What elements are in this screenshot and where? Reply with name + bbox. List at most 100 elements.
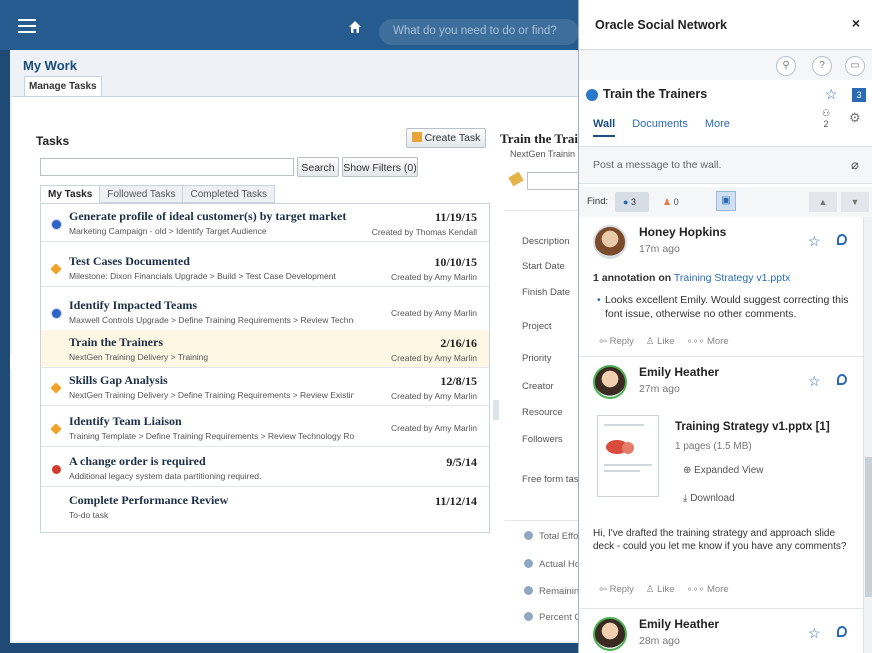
feed-item: Emily Heather 27m ago ☆ Training Strateg… <box>579 357 863 609</box>
splitter-handle[interactable] <box>493 400 499 420</box>
tab-completed-tasks[interactable]: Completed Tasks <box>182 185 276 203</box>
document-link[interactable]: Training Strategy v1.pptx <box>674 272 790 284</box>
document-filter-icon[interactable]: ▣ <box>716 191 736 211</box>
document-title[interactable]: Training Strategy v1.pptx [1] <box>675 421 830 433</box>
like-button[interactable]: ♙ Like <box>646 336 675 347</box>
members-icon[interactable]: ⚇ 2 <box>820 108 832 129</box>
author-name[interactable]: Honey Hopkins <box>639 225 726 239</box>
summary-actual-hours: Actual Ho <box>524 559 580 570</box>
task-row[interactable]: Complete Performance Review To-do task 1… <box>41 488 489 526</box>
star-icon[interactable]: ☆ <box>825 86 838 103</box>
reply-button[interactable]: ⇦ Reply <box>599 584 634 595</box>
help-icon[interactable] <box>524 612 533 621</box>
task-title[interactable]: Complete Performance Review <box>69 493 228 508</box>
like-label: Like <box>657 336 675 347</box>
scroll-up-button[interactable]: ▲ <box>809 192 837 212</box>
label-description: Description <box>522 236 570 247</box>
download-link[interactable]: ⤓ Download <box>683 493 735 504</box>
label-resource: Resource <box>522 407 563 418</box>
task-subtabs: My Tasks Followed Tasks Completed Tasks <box>40 185 276 203</box>
task-row[interactable]: Skills Gap Analysis NextGen Training Del… <box>41 368 489 406</box>
task-row[interactable]: A change order is required Additional le… <box>41 449 489 487</box>
task-title[interactable]: Generate profile of ideal customer(s) by… <box>69 209 346 224</box>
search-input[interactable]: What do you need to do or find? <box>379 19 579 45</box>
task-date: 11/19/15 <box>434 210 477 224</box>
reply-button[interactable]: ⇦ Reply <box>599 336 634 347</box>
menu-icon[interactable] <box>18 19 36 33</box>
more-button[interactable]: ∘∘∘ More <box>687 336 729 347</box>
more-label: More <box>706 584 729 595</box>
avatar[interactable] <box>593 225 627 259</box>
task-title[interactable]: Test Cases Documented <box>69 254 190 269</box>
pin-icon[interactable] <box>837 234 847 245</box>
message-text: Hi, I've drafted the training strategy a… <box>593 528 847 552</box>
avatar[interactable] <box>593 365 627 399</box>
task-row[interactable]: Identify Team Liaison Training Template … <box>41 409 489 447</box>
reply-label: Reply <box>609 336 634 347</box>
collapse-left-handle[interactable] <box>10 355 18 369</box>
status-icon <box>52 220 61 229</box>
task-title[interactable]: Skills Gap Analysis <box>69 373 168 388</box>
help-icon[interactable] <box>524 531 533 540</box>
avatar[interactable] <box>593 617 627 651</box>
scroll-down-button[interactable]: ▼ <box>841 192 869 212</box>
search-icon[interactable]: ⚲ <box>776 56 796 76</box>
star-icon[interactable]: ☆ <box>808 625 821 642</box>
annotation-count: 1 annotation on <box>593 272 672 284</box>
task-title[interactable]: A change order is required <box>69 454 206 469</box>
close-button[interactable]: × <box>852 15 860 31</box>
tab-more[interactable]: More <box>705 118 730 137</box>
filter-messages-button[interactable]: ● 3 <box>615 192 649 212</box>
more-label: More <box>706 336 729 347</box>
task-creator: Created by Amy Marlin <box>391 308 477 318</box>
create-task-button[interactable]: Create Task <box>406 128 486 148</box>
divider <box>505 210 578 211</box>
tab-followed-tasks[interactable]: Followed Tasks <box>99 185 184 203</box>
tab-wall[interactable]: Wall <box>593 118 616 137</box>
help-icon[interactable] <box>524 586 533 595</box>
conversation-title: Train the Trainers <box>603 87 708 101</box>
task-path: To-do task <box>69 510 109 520</box>
task-row-selected[interactable]: Train the Trainers NextGen Training Deli… <box>41 330 489 368</box>
task-row[interactable]: Generate profile of ideal customer(s) by… <box>41 204 489 242</box>
tab-documents[interactable]: Documents <box>632 118 688 137</box>
search-button[interactable]: Search <box>297 157 339 177</box>
author-name[interactable]: Emily Heather <box>639 365 719 379</box>
tag-input[interactable] <box>527 172 578 190</box>
gear-icon[interactable]: ⚙ <box>849 110 861 126</box>
social-header: Oracle Social Network × <box>579 0 872 50</box>
task-title[interactable]: Identify Team Liaison <box>69 414 182 429</box>
star-icon[interactable]: ☆ <box>808 233 821 250</box>
task-row[interactable]: Identify Impacted Teams Maxwell Controls… <box>41 293 489 331</box>
message-feed: Honey Hopkins 17m ago ☆ 1 annotation on … <box>579 217 863 653</box>
author-name[interactable]: Emily Heather <box>639 617 719 631</box>
task-title[interactable]: Identify Impacted Teams <box>69 298 197 313</box>
error-icon <box>52 465 61 474</box>
post-message-input[interactable]: Post a message to the wall. ⌀ <box>579 146 872 184</box>
pin-icon[interactable] <box>837 626 847 637</box>
post-actions: ⇦ Reply ♙ Like ∘∘∘ More <box>599 336 729 347</box>
home-icon[interactable] <box>348 20 362 34</box>
more-button[interactable]: ∘∘∘ More <box>687 584 729 595</box>
task-path: Maxwell Controls Upgrade > Define Traini… <box>69 315 354 325</box>
pin-icon[interactable] <box>837 374 847 385</box>
filter-likes-button[interactable]: ♟ 0 <box>655 192 689 212</box>
thumbnail-line <box>604 424 644 426</box>
tab-my-tasks[interactable]: My Tasks <box>40 185 101 203</box>
help-icon[interactable]: ? <box>812 56 832 76</box>
show-filters-button[interactable]: Show Filters (0) <box>342 157 418 177</box>
window-icon[interactable]: ▭ <box>845 56 865 76</box>
tab-manage-tasks[interactable]: Manage Tasks <box>24 76 102 96</box>
expanded-view-link[interactable]: ⊕ Expanded View <box>683 465 763 476</box>
task-search-input[interactable] <box>40 158 294 176</box>
scrollbar-thumb[interactable] <box>865 457 872 597</box>
like-button[interactable]: ♙ Like <box>646 584 675 595</box>
document-thumbnail[interactable] <box>597 415 659 497</box>
task-title[interactable]: Train the Trainers <box>69 335 163 350</box>
attach-icon[interactable]: ⌀ <box>851 157 859 173</box>
feed-scrollbar[interactable] <box>863 217 872 653</box>
help-icon[interactable] <box>524 559 533 568</box>
comment-body: Looks excellent Emily. Would suggest cor… <box>605 294 849 320</box>
task-row[interactable]: Test Cases Documented Milestone: Dixon F… <box>41 249 489 287</box>
star-icon[interactable]: ☆ <box>808 373 821 390</box>
